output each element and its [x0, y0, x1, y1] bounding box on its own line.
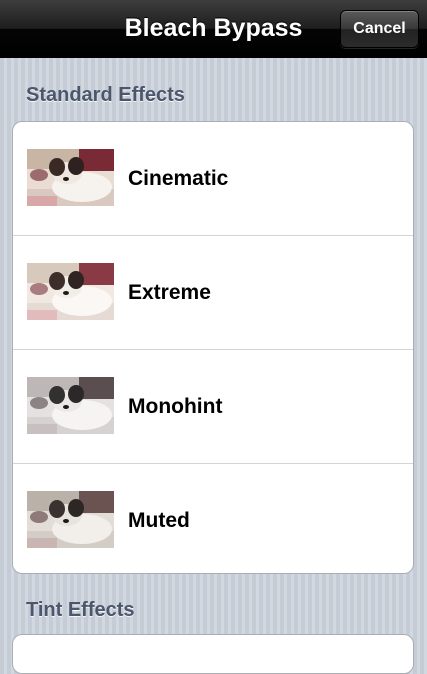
- effect-row-monohint[interactable]: Monohint: [13, 350, 413, 464]
- cancel-button[interactable]: Cancel: [340, 10, 419, 48]
- effect-label: Cinematic: [128, 167, 229, 190]
- dog-photo-thumbnail-icon: [27, 263, 114, 320]
- section-header-standard-effects: Standard Effects: [26, 84, 185, 106]
- effect-row-extreme[interactable]: Extreme: [13, 236, 413, 350]
- effect-row-cinematic[interactable]: Cinematic: [13, 122, 413, 236]
- effect-row-muted[interactable]: Muted: [13, 464, 413, 573]
- tint-effects-list: [12, 634, 414, 674]
- effect-label: Extreme: [128, 281, 211, 304]
- standard-effects-list: Cinematic Extreme Monohint Muted: [12, 121, 414, 574]
- navigation-bar: Bleach Bypass Cancel: [0, 0, 427, 58]
- dog-photo-thumbnail-icon: [27, 377, 114, 434]
- dog-photo-thumbnail-icon: [27, 491, 114, 548]
- effect-label: Monohint: [128, 395, 223, 418]
- dog-photo-thumbnail-icon: [27, 149, 114, 206]
- section-header-tint-effects: Tint Effects: [26, 599, 135, 621]
- effect-label: Muted: [128, 509, 190, 532]
